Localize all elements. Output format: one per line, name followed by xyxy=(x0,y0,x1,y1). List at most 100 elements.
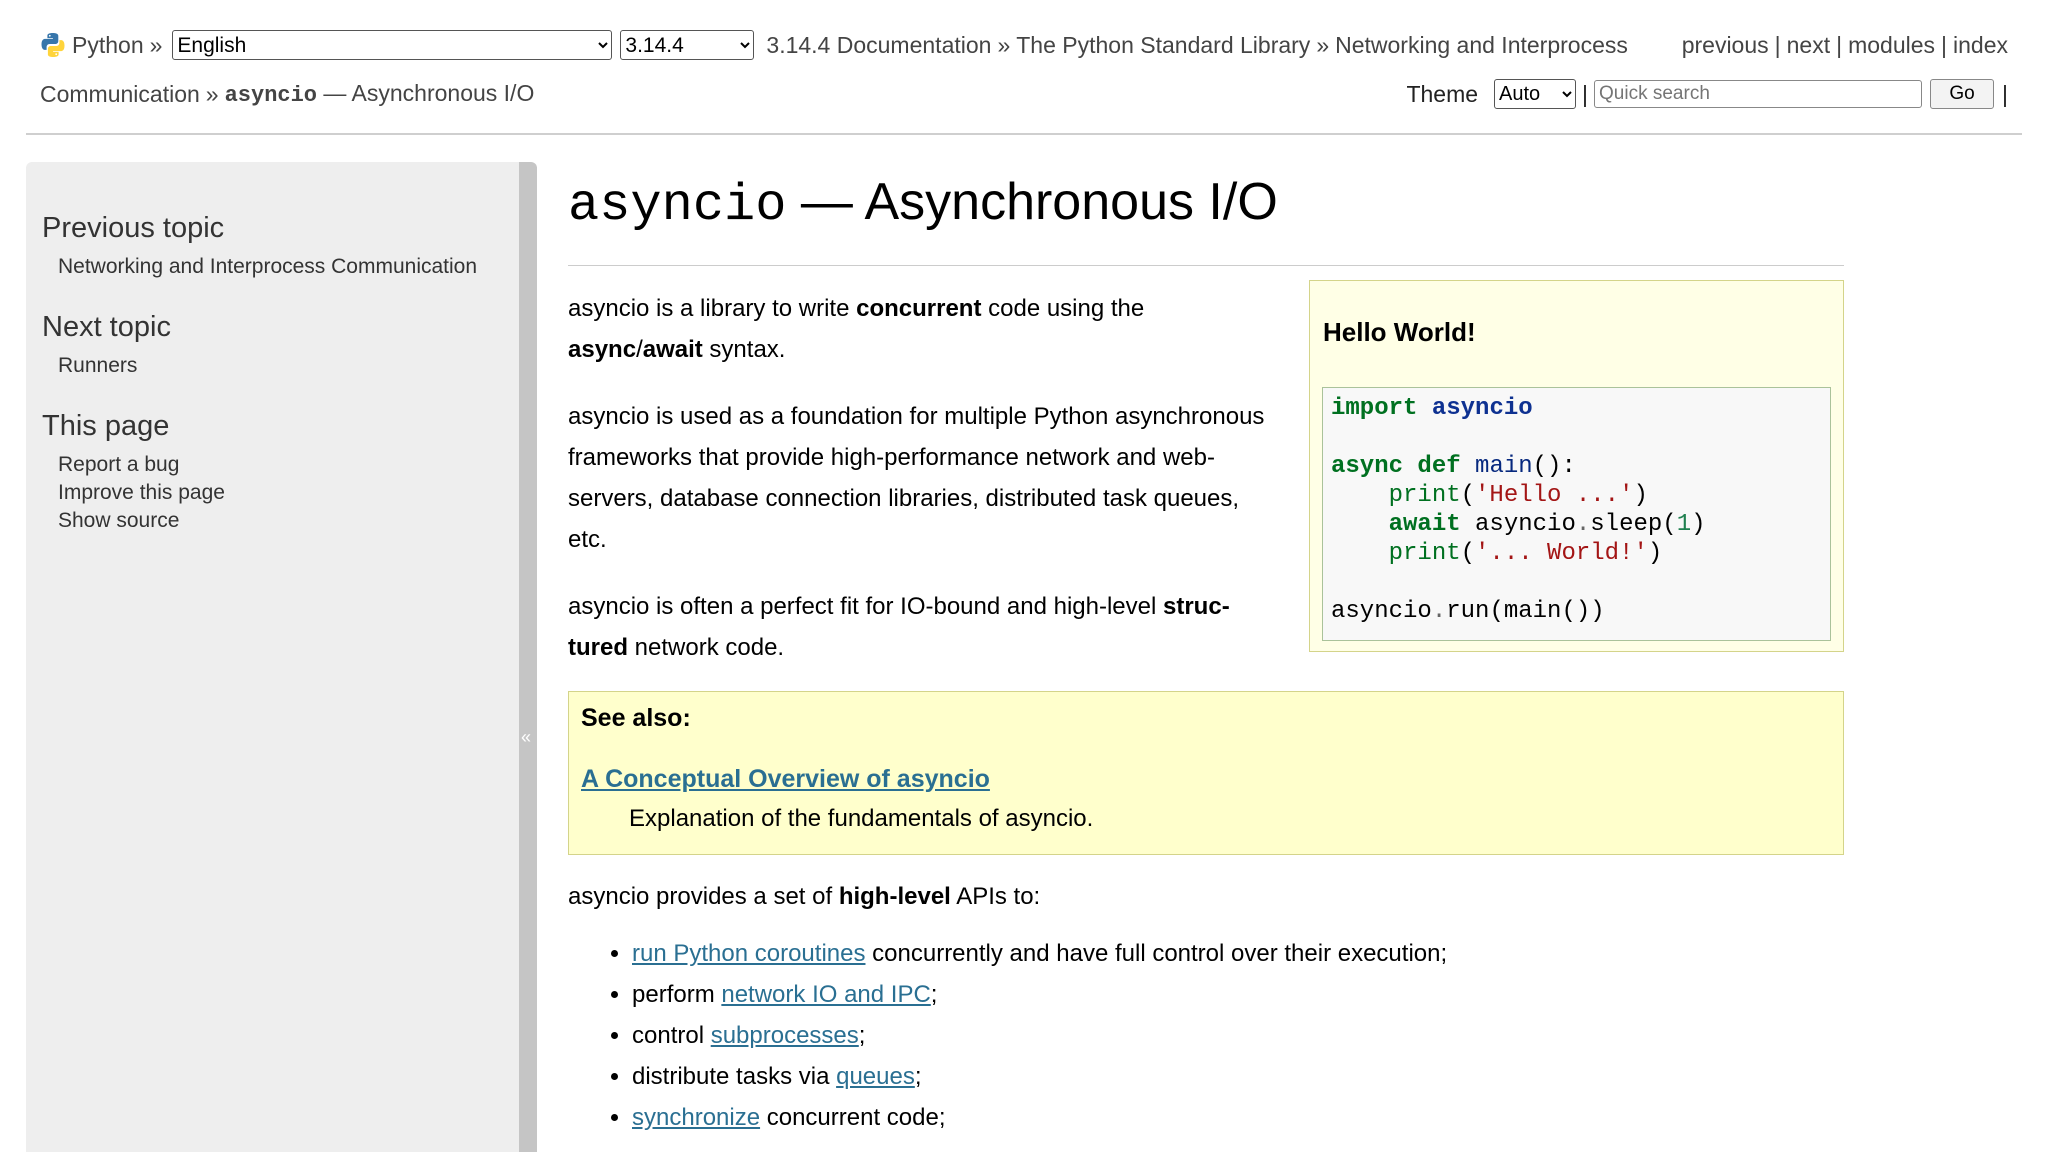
theme-label: Theme xyxy=(1406,80,1479,107)
sidebar-previous-topic: Previous topic Networking and Interproce… xyxy=(42,212,509,281)
code-token: . xyxy=(1575,511,1591,538)
text: perform xyxy=(632,981,722,1008)
code-token: 'Hello ...' xyxy=(1475,482,1634,509)
sidebar-link-report-bug[interactable]: Report a bug xyxy=(58,451,509,479)
see-also-link[interactable]: A Conceptual Overview of asyncio xyxy=(581,765,990,794)
hello-world-sidebar-box: Hello World! import asyncio async def ma… xyxy=(1309,280,1844,652)
code-token: print xyxy=(1388,482,1461,509)
code-token: def xyxy=(1417,453,1461,480)
nav-modules-link[interactable]: modules xyxy=(1848,32,1935,59)
code-token: print xyxy=(1388,540,1461,567)
text: ; xyxy=(930,981,938,1008)
code-token: main xyxy=(1475,453,1533,480)
breadcrumb-separator: » xyxy=(205,80,219,107)
python-logo-icon[interactable] xyxy=(40,32,66,58)
theme-and-search: Theme Auto | Go | xyxy=(1406,79,2008,109)
text: concurrent code; xyxy=(760,1104,946,1131)
intro-section: asyncio is a library to write concurrent… xyxy=(568,266,1844,691)
code-token: asyncio xyxy=(1331,598,1432,625)
sidebar-link-next-topic[interactable]: Runners xyxy=(58,352,509,380)
quick-search-input[interactable] xyxy=(1594,80,1923,108)
language-select[interactable]: English xyxy=(172,30,613,60)
text: / xyxy=(636,336,643,363)
list-item: distribute tasks via queues; xyxy=(632,1056,1844,1097)
nav-separator: | xyxy=(2002,80,2008,107)
sidebar-heading-previous: Previous topic xyxy=(42,212,225,244)
version-select[interactable]: 3.14.4 xyxy=(620,30,755,60)
breadcrumb-module-code: asyncio xyxy=(224,83,318,108)
text: concurrently and have full control over … xyxy=(865,940,1448,967)
code-token: ( xyxy=(1460,482,1476,509)
sidebar-link-show-source[interactable]: Show source xyxy=(58,507,509,535)
sidebar-link-improve-page[interactable]: Improve this page xyxy=(58,479,509,507)
code-token: sleep( xyxy=(1590,511,1677,538)
breadcrumb-standard-library[interactable]: The Python Standard Library xyxy=(1016,32,1310,59)
link-queues[interactable]: queues xyxy=(836,1063,915,1090)
code-token: asyncio xyxy=(1475,511,1576,538)
header-row-2: Communication » asyncio — Asynchronous I… xyxy=(40,76,2008,112)
nav-next-link[interactable]: next xyxy=(1787,32,1830,59)
text: asyncio is a library to write xyxy=(568,295,857,322)
api-intro-paragraph: asyncio provides a set of high-level API… xyxy=(568,883,1844,911)
breadcrumb-module-title: — Asynchronous I/O xyxy=(323,80,535,106)
intro-text: asyncio is a library to write concurrent… xyxy=(568,288,1268,694)
code-token: . xyxy=(1431,598,1447,625)
breadcrumb-separator: » xyxy=(149,31,163,58)
hello-world-title: Hello World! xyxy=(1323,317,1476,347)
main-content: asyncio — Asynchronous I/O asyncio is a … xyxy=(568,162,1844,1138)
list-item: control subprocesses; xyxy=(632,1015,1844,1056)
theme-select[interactable]: Auto xyxy=(1494,79,1577,109)
code-token: await xyxy=(1388,511,1461,538)
see-also-title: See also: xyxy=(581,704,691,732)
breadcrumb-python[interactable]: Python xyxy=(72,32,144,59)
code-token: 1 xyxy=(1676,511,1692,538)
code-token: '... World!' xyxy=(1475,540,1648,567)
header-row-1: Python » English 3.14.4 3.14.4 Documenta… xyxy=(40,28,2008,62)
code-token: import xyxy=(1331,395,1418,422)
code-token: ) xyxy=(1647,540,1663,567)
text: asyncio provides a set of xyxy=(568,883,839,910)
text: distribute tasks via xyxy=(632,1063,837,1090)
link-synchronize[interactable]: synchronize xyxy=(632,1104,760,1131)
code-token: ) xyxy=(1691,511,1706,538)
code-token: ) xyxy=(1633,482,1648,509)
list-item: perform network IO and IPC; xyxy=(632,974,1844,1015)
link-subprocesses[interactable]: subprocesses xyxy=(711,1022,859,1049)
sidebar-link-previous-topic[interactable]: Networking and Interprocess Communicatio… xyxy=(58,253,509,281)
paragraph: asyncio is a library to write concurrent… xyxy=(568,288,1268,370)
strong-text: await xyxy=(642,336,703,363)
see-also-box: See also: A Conceptual Overview of async… xyxy=(568,691,1844,855)
text: syntax. xyxy=(702,336,786,363)
see-also-description: Explanation of the fundamentals of async… xyxy=(629,805,1094,832)
nav-separator: | xyxy=(1774,31,1781,58)
text: control xyxy=(632,1022,711,1049)
breadcrumb-networking-part2[interactable]: Communication xyxy=(40,81,200,108)
nav-previous-link[interactable]: previous xyxy=(1682,32,1769,59)
breadcrumb-separator: » xyxy=(997,31,1011,58)
nav-separator: | xyxy=(1836,31,1843,58)
api-list: run Python coroutines concurrently and h… xyxy=(568,933,1844,1138)
nav-separator: | xyxy=(1582,80,1589,107)
strong-text: async xyxy=(568,336,637,363)
top-navigation-bar: Python » English 3.14.4 3.14.4 Documenta… xyxy=(26,0,2022,135)
breadcrumb-documentation[interactable]: 3.14.4 Documentation xyxy=(766,32,991,59)
code-token: async xyxy=(1331,453,1404,480)
page-title-module: asyncio xyxy=(568,176,787,235)
sidebar-this-page: This page Report a bug Improve this page… xyxy=(42,410,509,535)
code-token: run(main()) xyxy=(1446,598,1605,625)
search-go-button[interactable]: Go xyxy=(1930,79,1995,109)
link-run-coroutines[interactable]: run Python coroutines xyxy=(632,940,865,967)
page-title: asyncio — Asynchronous I/O xyxy=(568,172,1844,266)
list-item: run Python coroutines concurrently and h… xyxy=(632,933,1844,974)
sidebar-collapse-handle[interactable]: « xyxy=(519,162,537,1152)
sidebar-next-topic: Next topic Runners xyxy=(42,311,509,380)
sidebar-content: Previous topic Networking and Interproce… xyxy=(42,212,509,565)
text: asyncio is often a perfect fit for IO-bo… xyxy=(568,593,1163,620)
breadcrumb-separator: » xyxy=(1316,31,1330,58)
link-network-io[interactable]: network IO and IPC xyxy=(721,981,930,1008)
text: ; xyxy=(858,1022,866,1049)
nav-index-link[interactable]: index xyxy=(1953,32,2008,59)
nav-separator: | xyxy=(1941,31,1948,58)
breadcrumb-networking-part1[interactable]: Networking and Interprocess xyxy=(1335,32,1628,59)
strong-text: concurrent xyxy=(856,295,982,322)
